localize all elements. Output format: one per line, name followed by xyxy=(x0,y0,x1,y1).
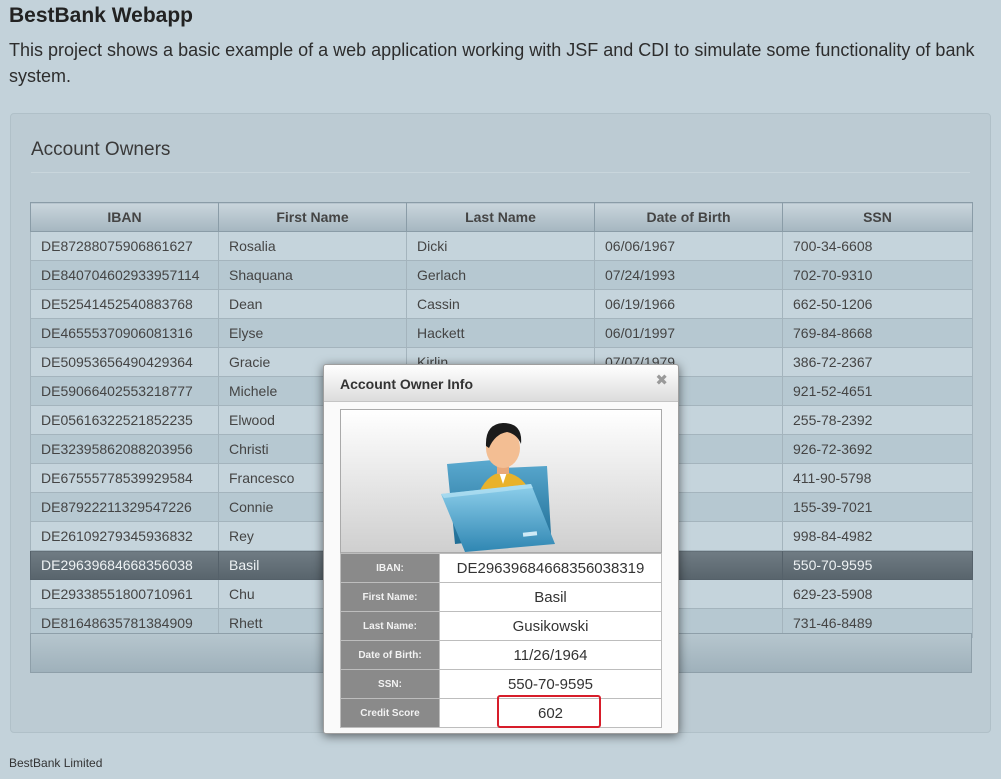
dob-value: 11/26/1964 xyxy=(439,640,662,670)
info-row-ssn: SSN: 550-70-9595 xyxy=(340,669,662,699)
account-owner-dialog: Account Owner Info ✖ IBAN: DE29639684668… xyxy=(323,364,679,734)
table-header-row: IBAN First Name Last Name Date of Birth … xyxy=(30,202,973,232)
cell-ssn: 769-84-8668 xyxy=(782,318,973,348)
cell-iban: DE26109279345936832 xyxy=(30,521,219,551)
table-row[interactable]: DE46555370906081316 Elyse Hackett 06/01/… xyxy=(30,318,973,348)
cell-last-name: Cassin xyxy=(406,289,595,319)
close-icon[interactable]: ✖ xyxy=(655,371,668,389)
cell-ssn: 998-84-4982 xyxy=(782,521,973,551)
cell-iban: DE50953656490429364 xyxy=(30,347,219,377)
cell-iban: DE87288075906861627 xyxy=(30,231,219,261)
cell-ssn: 155-39-7021 xyxy=(782,492,973,522)
cell-dob: 07/24/1993 xyxy=(594,260,783,290)
cell-ssn: 926-72-3692 xyxy=(782,434,973,464)
footer-text: BestBank Limited xyxy=(9,756,103,770)
cell-iban: DE87922211329547226 xyxy=(30,492,219,522)
info-row-dob: Date of Birth: 11/26/1964 xyxy=(340,640,662,670)
cell-first-name: Dean xyxy=(218,289,407,319)
cell-ssn: 386-72-2367 xyxy=(782,347,973,377)
cell-iban: DE29639684668356038 xyxy=(30,550,219,580)
table-row[interactable]: DE52541452540883768 Dean Cassin 06/19/19… xyxy=(30,289,973,319)
cell-iban: DE29338551800710961 xyxy=(30,579,219,609)
last-name-label: Last Name: xyxy=(340,611,440,641)
cell-iban: DE46555370906081316 xyxy=(30,318,219,348)
app-title: BestBank Webapp xyxy=(9,4,193,27)
column-header-first-name[interactable]: First Name xyxy=(218,202,407,232)
cell-iban: DE67555778539929584 xyxy=(30,463,219,493)
cell-iban: DE05616322521852235 xyxy=(30,405,219,435)
cell-iban: DE840704602933957114 xyxy=(30,260,219,290)
panel-title: Account Owners xyxy=(31,139,171,160)
column-header-dob[interactable]: Date of Birth xyxy=(594,202,783,232)
column-header-iban[interactable]: IBAN xyxy=(30,202,219,232)
cell-iban: DE32395862088203956 xyxy=(30,434,219,464)
dob-label: Date of Birth: xyxy=(340,640,440,670)
credit-score-label: Credit Score xyxy=(340,698,440,728)
column-header-ssn[interactable]: SSN xyxy=(782,202,973,232)
info-row-last-name: Last Name: Gusikowski xyxy=(340,611,662,641)
panel-divider xyxy=(31,172,970,173)
cell-dob: 06/01/1997 xyxy=(594,318,783,348)
iban-label: IBAN: xyxy=(340,553,440,583)
cell-first-name: Shaquana xyxy=(218,260,407,290)
cell-last-name: Hackett xyxy=(406,318,595,348)
info-row-first-name: First Name: Basil xyxy=(340,582,662,612)
owner-info-table: IBAN: DE29639684668356038319 First Name:… xyxy=(340,553,662,728)
first-name-value: Basil xyxy=(439,582,662,612)
cell-last-name: Dicki xyxy=(406,231,595,261)
info-row-iban: IBAN: DE29639684668356038319 xyxy=(340,553,662,583)
cell-dob: 06/19/1966 xyxy=(594,289,783,319)
cell-ssn: 411-90-5798 xyxy=(782,463,973,493)
last-name-value: Gusikowski xyxy=(439,611,662,641)
cell-ssn: 700-34-6608 xyxy=(782,231,973,261)
dialog-title: Account Owner Info xyxy=(340,376,473,392)
ssn-value: 550-70-9595 xyxy=(439,669,662,699)
cell-iban: DE52541452540883768 xyxy=(30,289,219,319)
first-name-label: First Name: xyxy=(340,582,440,612)
app-description: This project shows a basic example of a … xyxy=(9,40,975,86)
user-folder-icon xyxy=(441,423,555,552)
owner-image xyxy=(340,409,662,553)
cell-ssn: 702-70-9310 xyxy=(782,260,973,290)
cell-first-name: Rosalia xyxy=(218,231,407,261)
column-header-last-name[interactable]: Last Name xyxy=(406,202,595,232)
cell-last-name: Gerlach xyxy=(406,260,595,290)
cell-ssn: 629-23-5908 xyxy=(782,579,973,609)
cell-ssn: 255-78-2392 xyxy=(782,405,973,435)
credit-score-value: 602 xyxy=(439,698,662,728)
cell-first-name: Elyse xyxy=(218,318,407,348)
cell-iban: DE59066402553218777 xyxy=(30,376,219,406)
table-row[interactable]: DE840704602933957114 Shaquana Gerlach 07… xyxy=(30,260,973,290)
iban-value: DE29639684668356038319 xyxy=(439,553,662,583)
dialog-header[interactable]: Account Owner Info ✖ xyxy=(324,365,678,402)
cell-ssn: 662-50-1206 xyxy=(782,289,973,319)
ssn-label: SSN: xyxy=(340,669,440,699)
cell-ssn: 921-52-4651 xyxy=(782,376,973,406)
cell-ssn: 550-70-9595 xyxy=(782,550,973,580)
cell-dob: 06/06/1967 xyxy=(594,231,783,261)
table-row[interactable]: DE87288075906861627 Rosalia Dicki 06/06/… xyxy=(30,231,973,261)
info-row-credit-score: Credit Score 602 xyxy=(340,698,662,728)
